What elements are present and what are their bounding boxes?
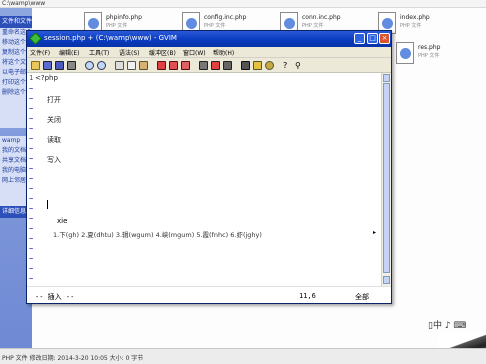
gutter-tilde: ~ — [29, 175, 34, 183]
find-help-icon[interactable]: ⚲ — [295, 61, 304, 70]
line-number: 1 — [29, 74, 34, 82]
gutter-tilde: ~ — [29, 125, 34, 133]
file-desc: PHP 文件 — [204, 23, 226, 29]
mode-indicator: -- 插入 -- — [35, 293, 75, 301]
gutter-tilde: ~ — [29, 225, 34, 233]
menu-tools[interactable]: 工具(T) — [89, 48, 109, 57]
gutter-tilde: ~ — [29, 265, 34, 273]
vim-logo-icon — [29, 32, 42, 45]
file-desc: PHP 文件 — [418, 53, 440, 59]
gutter-tilde: ~ — [29, 115, 34, 123]
gvim-menubar: 文件(F) 编辑(E) 工具(T) 语法(S) 缓冲区(B) 窗口(W) 帮助(… — [27, 47, 391, 58]
save-session-icon[interactable] — [211, 61, 220, 70]
gutter-tilde: ~ — [29, 155, 34, 163]
gutter-tilde: ~ — [29, 135, 34, 143]
tasks-header[interactable]: 文件和文件夹任务 — [0, 16, 32, 28]
code-line: 关闭 — [47, 116, 61, 124]
run-script-icon[interactable] — [223, 61, 232, 70]
undo-icon[interactable] — [85, 61, 94, 70]
gutter-tilde: ~ — [29, 255, 34, 263]
cursor-position: 11,6 — [299, 292, 316, 300]
ime-toolbar[interactable]: ▯中 ♪ ⌨ — [428, 318, 468, 332]
vertical-scrollbar[interactable] — [381, 73, 391, 286]
cut-icon[interactable] — [115, 61, 124, 70]
menu-window[interactable]: 窗口(W) — [183, 48, 206, 57]
scroll-down-arrow-icon[interactable] — [383, 276, 390, 284]
gutter-tilde: ~ — [29, 95, 34, 103]
menu-help[interactable]: 帮助(H) — [213, 48, 234, 57]
maximize-button[interactable]: □ — [367, 33, 378, 44]
shell-icon[interactable] — [253, 61, 262, 70]
redo-icon[interactable] — [97, 61, 106, 70]
explorer-status-text: PHP 文件 修改日期: 2014-3-20 10:05 大小: 0 字节 — [2, 355, 144, 362]
explorer-address: C:\wamp\www — [2, 0, 46, 7]
menu-syntax[interactable]: 语法(S) — [119, 48, 140, 57]
gutter-tilde: ~ — [29, 85, 34, 93]
paste-icon[interactable] — [139, 61, 148, 70]
gutter-tilde: ~ — [29, 145, 34, 153]
gutter-tilde: ~ — [29, 195, 34, 203]
explorer-address-bar[interactable]: C:\wamp\www — [0, 0, 486, 8]
close-button[interactable]: × — [379, 33, 390, 44]
menu-edit[interactable]: 编辑(E) — [59, 48, 79, 57]
file-desc: PHP 文件 — [400, 23, 422, 29]
ime-input-text: xie — [57, 217, 68, 225]
find-next-icon[interactable] — [169, 61, 178, 70]
ime-next-page-icon[interactable]: ▸ — [373, 229, 376, 236]
gutter-tilde: ~ — [29, 205, 34, 213]
gvim-title: session.php + (C:\wamp\www) - GVIM — [44, 34, 177, 42]
code-line: 打开 — [47, 96, 61, 104]
file-item[interactable]: res.php PHP 文件 — [396, 42, 476, 70]
ime-candidates[interactable]: 1.下(gh) 2.夏(dhtu) 3.辑(wgum) 4.峡(mgum) 5.… — [53, 229, 262, 239]
gutter-tilde: ~ — [29, 185, 34, 193]
ime-candidate-window: xie 1.下(gh) 2.夏(dhtu) 3.辑(wgum) 4.峡(mgum… — [47, 217, 377, 241]
save-all-icon[interactable] — [55, 61, 64, 70]
file-name: config.inc.php — [204, 14, 247, 21]
code-line: 读取 — [47, 136, 61, 144]
scroll-position: 全部 — [355, 293, 369, 301]
file-name: index.php — [400, 14, 430, 21]
gvim-statusline: -- 插入 -- 11,6 全部 — [27, 286, 391, 303]
make-icon[interactable] — [241, 61, 250, 70]
file-desc: PHP 文件 — [106, 23, 128, 29]
editor-area[interactable]: 1 <?php ~ ~ 打开 ~ ~ 关闭 ~ ~ 读取 ~ ~ 写入 ~ ~ … — [27, 73, 381, 286]
gutter-tilde: ~ — [29, 235, 34, 243]
scroll-thumb[interactable] — [383, 83, 390, 273]
menu-file[interactable]: 文件(F) — [30, 48, 50, 57]
file-desc: PHP 文件 — [302, 23, 324, 29]
gutter-tilde: ~ — [29, 245, 34, 253]
save-icon[interactable] — [43, 61, 52, 70]
gvim-titlebar[interactable]: session.php + (C:\wamp\www) - GVIM _ □ × — [27, 31, 391, 47]
gutter-tilde: ~ — [29, 215, 34, 223]
gvim-window: session.php + (C:\wamp\www) - GVIM _ □ ×… — [26, 30, 392, 304]
open-icon[interactable] — [31, 61, 40, 70]
file-name: phpinfo.php — [106, 14, 142, 21]
copy-icon[interactable] — [127, 61, 136, 70]
scroll-up-arrow-icon[interactable] — [383, 74, 390, 82]
file-name: conn.inc.php — [302, 14, 341, 21]
gutter-tilde: ~ — [29, 275, 34, 283]
code-line: <?php — [35, 74, 58, 82]
code-line: 写入 — [47, 156, 61, 164]
find-icon[interactable] — [157, 61, 166, 70]
menu-buffers[interactable]: 缓冲区(B) — [149, 48, 176, 57]
minimize-button[interactable]: _ — [354, 33, 365, 44]
text-cursor — [47, 200, 48, 209]
gutter-tilde: ~ — [29, 165, 34, 173]
make-tags-icon[interactable] — [265, 61, 274, 70]
gutter-tilde: ~ — [29, 105, 34, 113]
file-name: res.php — [418, 44, 441, 51]
explorer-status-bar: PHP 文件 修改日期: 2014-3-20 10:05 大小: 0 字节 — [0, 348, 486, 364]
help-icon[interactable]: ? — [283, 61, 292, 70]
gvim-toolbar: ? ⚲ — [27, 58, 391, 73]
load-session-icon[interactable] — [199, 61, 208, 70]
print-icon[interactable] — [67, 61, 76, 70]
find-prev-icon[interactable] — [181, 61, 190, 70]
php-file-icon — [396, 42, 414, 64]
